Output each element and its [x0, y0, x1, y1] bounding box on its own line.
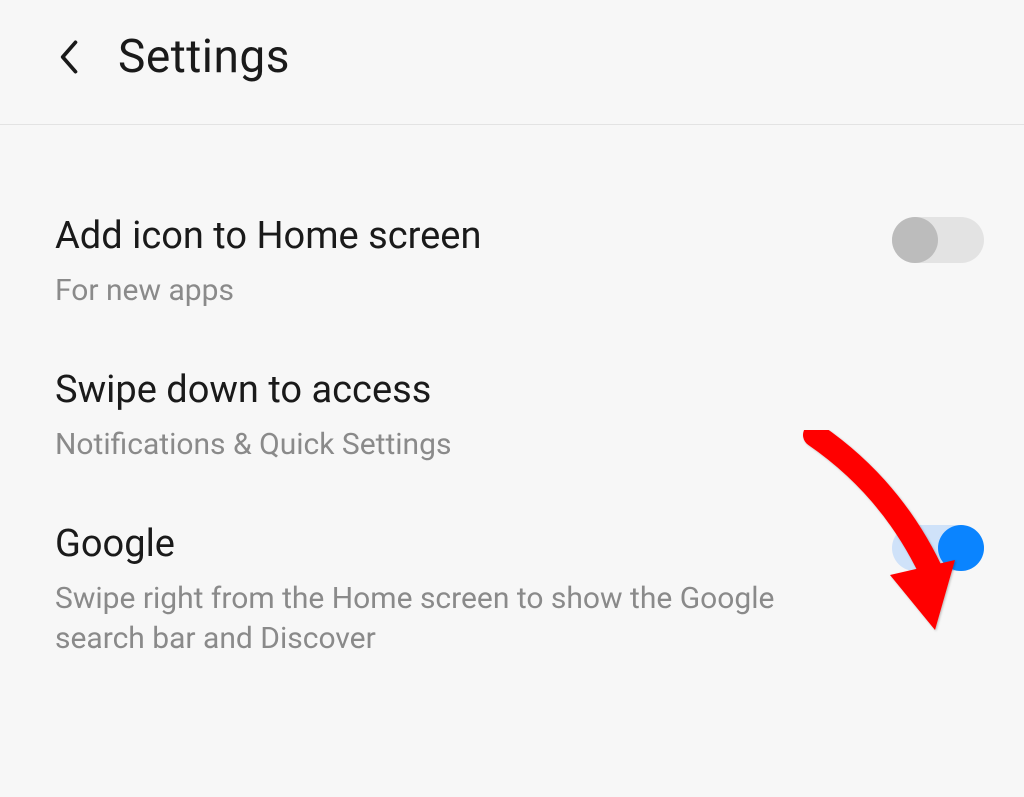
setting-swipe-down[interactable]: Swipe down to access Notifications & Qui…	[55, 339, 984, 493]
setting-text: Swipe down to access Notifications & Qui…	[55, 367, 984, 465]
google-toggle[interactable]	[892, 525, 984, 571]
setting-title: Google	[55, 521, 852, 569]
back-icon[interactable]	[50, 37, 90, 77]
setting-add-icon-home[interactable]: Add icon to Home screen For new apps	[55, 185, 984, 339]
setting-subtitle: Swipe right from the Home screen to show…	[55, 579, 815, 660]
settings-screen: Settings Add icon to Home screen For new…	[0, 0, 1024, 797]
setting-subtitle: For new apps	[55, 271, 815, 312]
settings-list: Add icon to Home screen For new apps Swi…	[0, 125, 1024, 688]
header: Settings	[0, 0, 1024, 125]
setting-subtitle: Notifications & Quick Settings	[55, 425, 815, 466]
setting-google[interactable]: Google Swipe right from the Home screen …	[55, 493, 984, 688]
toggle-knob	[938, 525, 984, 571]
setting-text: Add icon to Home screen For new apps	[55, 213, 892, 311]
setting-text: Google Swipe right from the Home screen …	[55, 521, 892, 660]
setting-title: Swipe down to access	[55, 367, 944, 415]
setting-title: Add icon to Home screen	[55, 213, 852, 261]
page-title: Settings	[118, 30, 290, 84]
toggle-knob	[892, 217, 938, 263]
add-icon-toggle[interactable]	[892, 217, 984, 263]
